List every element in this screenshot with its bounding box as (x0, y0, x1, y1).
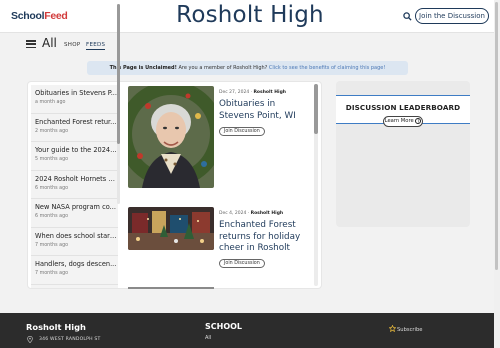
star-icon[interactable] (389, 325, 396, 332)
list-item[interactable]: Handlers, dogs descen... 7 months ago (31, 256, 118, 285)
list-item-time: 6 months ago (35, 185, 69, 191)
list-item-time: 5 months ago (35, 157, 69, 162)
list-item[interactable]: Enchanted Forest retur... 2 months ago (31, 113, 118, 142)
location-pin-icon (27, 336, 33, 343)
post-source[interactable]: Rosholt High (251, 211, 284, 216)
list-item-title: Handlers, dogs descen... (35, 260, 117, 268)
post-title[interactable]: Enchanted Forest returns for holiday che… (219, 220, 311, 255)
list-item-title: 2024 Rosholt Hornets F... (35, 174, 117, 183)
learn-more-label: Learn More (384, 118, 414, 124)
list-item-time: 2 months ago (35, 128, 69, 134)
banner-text: Are you a member of Rosholt High? (176, 65, 268, 71)
list-item-time: 6 months ago (35, 214, 69, 219)
page-scrollbar-thumb[interactable] (495, 2, 498, 270)
list-item-title: New NASA program co... (35, 203, 116, 211)
post-date: Dec 4, 2024 · (219, 211, 251, 216)
list-item[interactable]: New NASA program co... 6 months ago (31, 199, 118, 228)
list-item-title: Obituaries in Stevens P... (35, 89, 117, 97)
list-item-title: When does school start... (35, 231, 117, 240)
post-date: Dec 27, 2024 · (219, 90, 254, 95)
list-scrollbar-thumb[interactable] (117, 4, 120, 144)
list-item[interactable]: Sectional champions ag... (31, 284, 118, 290)
post-meta: Dec 27, 2024 · Rosholt High (219, 90, 286, 95)
join-discussion-button[interactable]: Join the Discussion (415, 8, 489, 24)
footer-address: 346 WEST RANDOLPH ST (39, 337, 101, 342)
search-icon[interactable] (403, 12, 412, 21)
holiday-display-photo[interactable] (128, 207, 214, 250)
list-item-title: Enchanted Forest retur... (35, 117, 117, 126)
feed-list[interactable]: Obituaries in Stevens P... a month ago Enc… (31, 85, 118, 290)
nav-all[interactable]: All (42, 36, 57, 50)
join-discussion-post-button[interactable]: Join Discussion (219, 127, 265, 136)
menu-icon[interactable] (26, 40, 36, 49)
post-meta: Dec 4, 2024 · Rosholt High (219, 211, 283, 216)
unclaimed-banner[interactable]: This Page is Unclaimed! Are you a member… (87, 61, 408, 75)
list-item-time: 7 months ago (35, 271, 69, 276)
list-item-title: Sectional champions ag... (35, 289, 117, 290)
post-image-partial (128, 287, 214, 289)
post-title[interactable]: Obituaries in Stevens Point, WI (219, 99, 311, 122)
footer-column-title: SCHOOL (205, 322, 243, 331)
list-item-time: a month ago (35, 100, 66, 105)
feed-scrollbar-thumb[interactable] (314, 84, 318, 134)
post-card[interactable]: Dec 4, 2024 · Rosholt High Enchanted For… (128, 207, 314, 287)
footer-school-name: Rosholt High (26, 322, 86, 332)
post-card[interactable]: Dec 27, 2024 · Rosholt High Obituaries i… (128, 86, 314, 188)
post-source[interactable]: Rosholt High (253, 90, 286, 95)
list-item-time: 7 months ago (35, 242, 69, 248)
banner-claim-link[interactable]: Click to see the benefits of claiming th… (267, 65, 385, 71)
learn-more-button[interactable]: Learn More ? (383, 116, 423, 127)
list-item[interactable]: Your guide to the 2024 ... 5 months ago (31, 142, 118, 171)
list-item[interactable]: Obituaries in Stevens P... a month ago (31, 85, 118, 114)
list-item-title: Your guide to the 2024 ... (35, 146, 117, 154)
subscribe-link[interactable]: Subscribe (397, 327, 423, 333)
join-discussion-post-button[interactable]: Join Discussion (219, 259, 265, 268)
list-item[interactable]: When does school start... 7 months ago (31, 227, 118, 256)
tab-shop[interactable]: SHOP (64, 42, 80, 48)
help-icon: ? (415, 117, 422, 124)
portrait-photo[interactable] (128, 86, 214, 188)
list-item[interactable]: 2024 Rosholt Hornets F... 6 months ago (31, 170, 118, 199)
leaderboard-title: DISCUSSION LEADERBOARD (345, 103, 461, 112)
tab-feeds[interactable]: FEEDS (86, 42, 106, 50)
footer-link-all[interactable]: All (205, 335, 211, 341)
